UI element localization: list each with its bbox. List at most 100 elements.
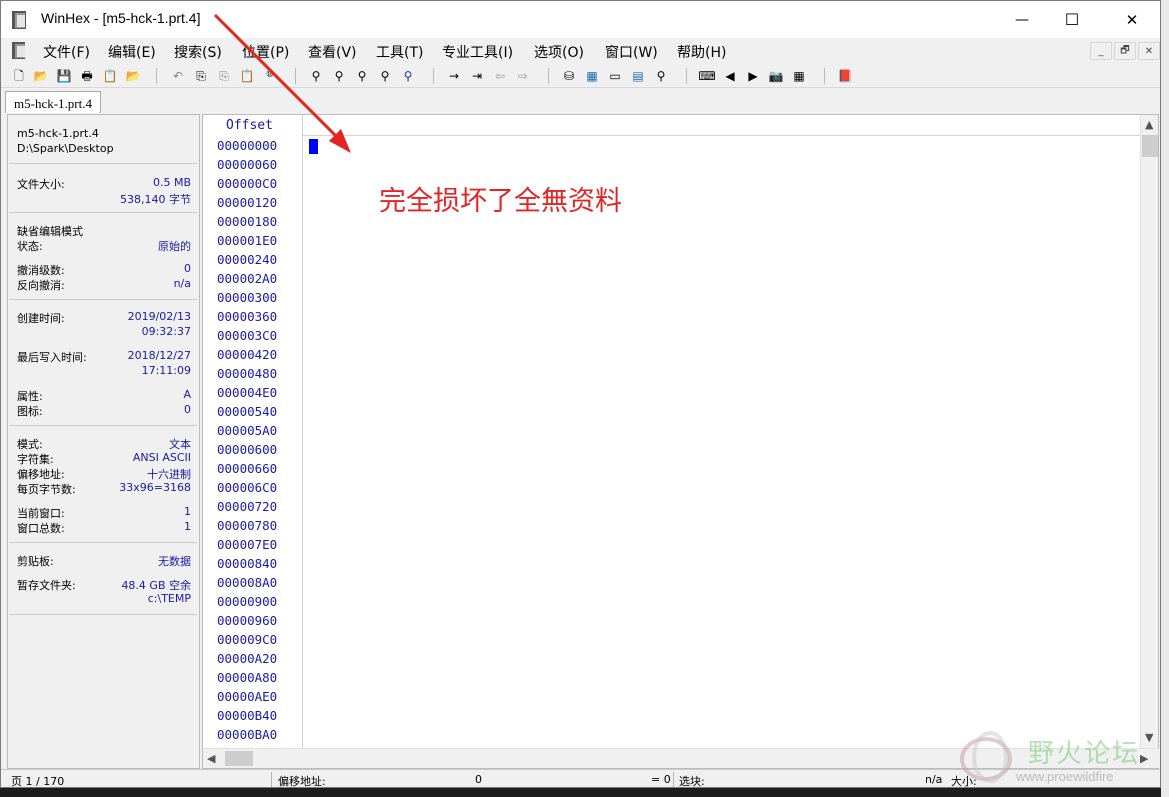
filesize-bytes: 538,140 字节: [120, 193, 191, 206]
toolbar-separator: [156, 68, 157, 84]
maximize-button[interactable]: ☐: [1049, 1, 1095, 38]
toolbar-separator: [433, 68, 434, 84]
undo-level-value: 0: [184, 262, 191, 275]
copy-icon[interactable]: ⎘: [192, 67, 210, 84]
close-button[interactable]: ✕: [1109, 1, 1155, 38]
zoom-icon[interactable]: ⚲: [652, 67, 670, 84]
offset-row: 00000840: [217, 556, 278, 571]
new-file-icon[interactable]: 🗋: [10, 67, 28, 84]
vertical-scroll-thumb[interactable]: [1142, 135, 1158, 157]
menu-tools[interactable]: 工具(T): [376, 42, 423, 62]
divider: [673, 772, 674, 787]
toolbar-separator: [824, 68, 825, 84]
mdi-restore-button[interactable]: 🗗: [1114, 42, 1136, 60]
offset-row: 00000A20: [217, 651, 278, 666]
icon-value: 0: [184, 403, 191, 416]
offset-row: 000007E0: [217, 537, 278, 552]
menu-options[interactable]: 选项(O): [534, 42, 584, 62]
goto-page-icon[interactable]: ⇥: [468, 67, 486, 84]
print-icon[interactable]: 🖶: [78, 67, 96, 84]
properties-icon[interactable]: 📋: [101, 67, 119, 84]
info-path: D:\Spark\Desktop: [17, 142, 114, 155]
toolbar-separator: [686, 68, 687, 84]
offset-row: 000004E0: [217, 385, 278, 400]
offset-row: 000006C0: [217, 480, 278, 495]
offset-row: 00000600: [217, 442, 278, 457]
book-icon[interactable]: 📕: [836, 67, 854, 84]
title-bar[interactable]: WinHex - [m5-hck-1.prt.4] — ☐ ✕: [1, 1, 1160, 38]
analyze-icon[interactable]: ⌨: [698, 67, 716, 84]
current-window-label: 当前窗口:: [17, 507, 65, 520]
mdi-close-button[interactable]: ✕: [1138, 42, 1160, 60]
created-date: 2019/02/13: [127, 310, 191, 323]
scroll-left-icon[interactable]: ◀: [207, 752, 215, 765]
document-icon[interactable]: [11, 41, 29, 60]
template-icon[interactable]: ▦: [790, 67, 808, 84]
offset-row: 000000C0: [217, 176, 278, 191]
offset-row: 000001E0: [217, 233, 278, 248]
last-write-date: 2018/12/27: [127, 349, 191, 362]
divider: [10, 542, 197, 543]
offset-row: 000008A0: [217, 575, 278, 590]
clipboard-label: 剪贴板:: [17, 555, 54, 568]
disk-tools-icon[interactable]: ▭: [606, 67, 624, 84]
mdi-minimize-icon: _: [1098, 45, 1104, 57]
find-again-icon[interactable]: ⚲: [399, 67, 417, 84]
camera-icon[interactable]: 📷: [767, 67, 785, 84]
menu-pro-tools[interactable]: 专业工具(I): [442, 42, 513, 62]
bytes-per-page-label: 每页字节数:: [17, 483, 76, 496]
offset-mode-value: 十六进制: [147, 468, 191, 481]
menu-window[interactable]: 窗口(W): [605, 42, 658, 62]
toolbar-separator: [548, 68, 549, 84]
goto-offset-icon[interactable]: →: [445, 67, 463, 84]
status-block-value: n/a: [925, 773, 943, 786]
save-icon[interactable]: 💾: [55, 67, 73, 84]
next-icon[interactable]: ▶: [744, 67, 762, 84]
offset-row: 000009C0: [217, 632, 278, 647]
vertical-scrollbar[interactable]: ▲ ▼: [1140, 115, 1158, 748]
clipboard-value: 无数据: [158, 555, 191, 568]
back-icon[interactable]: ⇦: [491, 67, 509, 84]
scroll-up-icon[interactable]: ▲: [1145, 118, 1153, 131]
prev-icon[interactable]: ◀: [721, 67, 739, 84]
undo-icon[interactable]: ↶: [169, 67, 187, 84]
annotation-text: 完全损坏了全無资料: [379, 186, 622, 217]
ram-editor-icon[interactable]: ▦: [583, 67, 601, 84]
offset-row: 000003C0: [217, 328, 278, 343]
offset-row: 00000540: [217, 404, 278, 419]
offset-mode-label: 偏移地址:: [17, 468, 65, 481]
forward-icon[interactable]: ⇨: [514, 67, 532, 84]
attr-value: A: [183, 388, 191, 401]
created-time: 09:32:37: [141, 325, 191, 338]
watermark-logo-icon: [960, 731, 1012, 783]
status-offset-label: 偏移地址:: [278, 775, 326, 788]
offset-row: 00000720: [217, 499, 278, 514]
open-folder-2-icon[interactable]: 📂: [124, 67, 142, 84]
calculator-icon[interactable]: ▤: [629, 67, 647, 84]
horizontal-scroll-thumb[interactable]: [225, 751, 253, 766]
filesize-label: 文件大小:: [17, 178, 65, 191]
header-divider: [303, 135, 1140, 136]
maximize-icon: ☐: [1064, 10, 1080, 29]
total-windows-value: 1: [184, 520, 191, 533]
replace-hex-icon[interactable]: ⚲: [376, 67, 394, 84]
mdi-close-icon: ✕: [1144, 45, 1154, 57]
watermark-text: 野火论坛: [1028, 739, 1141, 769]
menu-help[interactable]: 帮助(H): [677, 42, 726, 62]
hex-editor[interactable]: Offset 00000000 00000060 000000C0 00000120 0…: [202, 114, 1160, 769]
reverse-undo-label: 反向撤消:: [17, 279, 65, 292]
status-page: 页 1 / 170: [11, 775, 65, 788]
minimize-button[interactable]: —: [999, 1, 1045, 38]
info-filename: m5-hck-1.prt.4: [17, 127, 99, 140]
divider: [10, 614, 197, 615]
offset-row: 00000BA0: [217, 727, 278, 742]
temp-path: c:\TEMP: [147, 592, 191, 605]
menu-edit[interactable]: 编辑(E): [108, 42, 156, 62]
open-folder-icon[interactable]: 📂: [32, 67, 50, 84]
tab-file[interactable]: m5-hck-1.prt.4: [5, 91, 101, 113]
offset-row: 00000360: [217, 309, 278, 324]
menu-file[interactable]: 文件(F): [43, 42, 90, 62]
disk-icon[interactable]: ⛁: [560, 67, 578, 84]
mdi-minimize-button[interactable]: _: [1090, 42, 1112, 60]
divider: [10, 212, 197, 213]
